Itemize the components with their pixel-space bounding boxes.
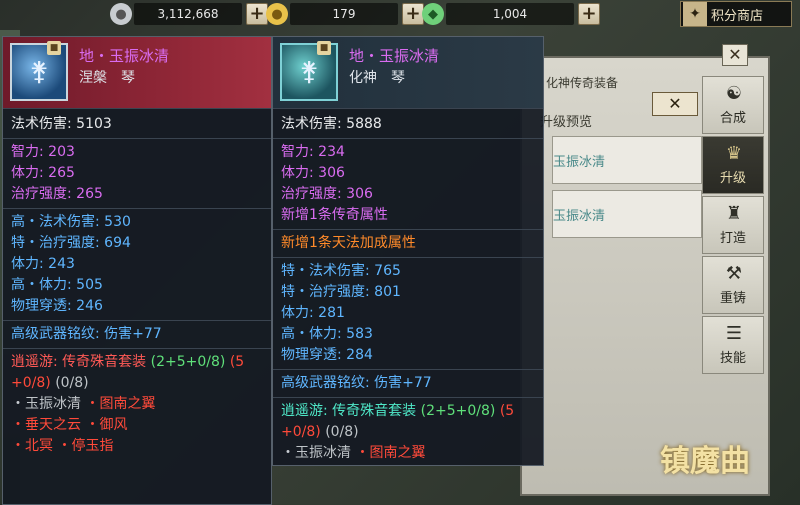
add-jade-button[interactable]: +: [578, 3, 600, 25]
extra-stat: 物理穿透: 246: [11, 298, 103, 314]
attr-stat: 体力: 306: [281, 165, 345, 181]
anvil-icon: ⚒: [725, 263, 743, 284]
set-item: 玉振冰清: [25, 396, 81, 412]
lock-icon: ■: [47, 41, 61, 55]
upgrade-emblem-icon: ♛: [725, 143, 743, 164]
set-count-total: (0/8): [55, 375, 89, 391]
add-gold-button[interactable]: +: [402, 3, 424, 25]
set-count-extra: (5: [499, 403, 515, 419]
rune-stat: 高级武器铭纹: 伤害+77: [11, 326, 162, 342]
instrument-icon: ⚵: [299, 57, 319, 87]
item-subtitle: 化神 琴: [349, 70, 405, 86]
tab-label: 技能: [719, 351, 746, 366]
extra-stat: 高・体力: 505: [11, 277, 103, 293]
swirl-icon: ☯: [725, 83, 743, 104]
set-item: 图南之翼: [99, 396, 156, 412]
jade-ingot-icon: ◆: [422, 3, 444, 25]
set-name: 逍遥游: 传奇殊音套装: [11, 354, 147, 370]
preview-slot[interactable]: 玉振冰清: [552, 136, 702, 184]
silver-currency: ● 3,112,668 +: [110, 2, 268, 26]
add-silver-button[interactable]: +: [246, 3, 268, 25]
robe-icon: ♜: [725, 203, 743, 224]
extra-stat: 体力: 281: [281, 305, 345, 321]
set-item: 御风: [99, 417, 128, 433]
extra-stat: 体力: 243: [11, 256, 75, 272]
extra-stat: 物理穿透: 284: [281, 347, 373, 363]
preview-slot-label: 玉振冰清: [553, 155, 606, 170]
tooltip-header: ⚵ ■ 地・玉振冰清 化神 琴: [273, 37, 543, 109]
panel-header: 化神传奇装备: [546, 76, 619, 90]
set-item: 图南之翼: [369, 445, 426, 461]
set-count-extra: +0/8): [11, 375, 51, 391]
set-name: 逍遥游: 传奇殊音套装: [281, 403, 417, 419]
tab-label: 重铸: [719, 291, 746, 306]
set-item: 玉振冰清: [295, 445, 351, 461]
preview-title: 升级预览: [540, 115, 593, 130]
currency-bar: ● 3,112,668 + ● 179 + ◆ 1,004 + ✦ 积分商店: [100, 0, 800, 28]
tab-label: 升级: [719, 171, 746, 186]
item-name: 地・玉振冰清: [349, 47, 440, 65]
tab-recast[interactable]: ⚒ 重铸: [702, 256, 764, 314]
set-item: 停玉指: [71, 438, 114, 454]
extra-stat: 高・法术伤害: 530: [11, 214, 131, 230]
instrument-icon: ⚵: [29, 57, 49, 87]
tab-forge[interactable]: ♜ 打造: [702, 196, 764, 254]
extra-stat: 特・治疗强度: 801: [281, 284, 401, 300]
gold-value: 179: [290, 3, 398, 25]
attr-stat: 治疗强度: 265: [11, 186, 103, 202]
tab-combine[interactable]: ☯ 合成: [702, 76, 764, 134]
extra-stat: 特・法术伤害: 765: [281, 263, 401, 279]
gold-currency: ● 179 +: [266, 2, 424, 26]
jade-currency: ◆ 1,004 +: [422, 2, 600, 26]
preview-slot[interactable]: 玉振冰清: [552, 190, 702, 238]
item-tooltip-current: ⚵ ■ 地・玉振冰清 涅槃 琴 法术伤害: 5103 智力: 203 体力: 2…: [2, 36, 272, 505]
shop-icon: ✦: [683, 2, 707, 26]
base-stat: 法术伤害: 5103: [11, 116, 112, 132]
tab-skill[interactable]: ☰ 技能: [702, 316, 764, 374]
shop-label: 积分商店: [711, 8, 764, 24]
base-stat: 法术伤害: 5888: [281, 116, 382, 132]
gold-coin-icon: ●: [266, 3, 288, 25]
set-count: (2+5+0/8): [420, 403, 496, 419]
attr-stat: 体力: 265: [11, 165, 75, 181]
extra-stat: 高・体力: 583: [281, 326, 373, 342]
item-subtitle: 涅槃 琴: [79, 70, 135, 86]
lock-icon: ■: [317, 41, 331, 55]
set-count-extra: (5: [229, 354, 245, 370]
set-item: 垂天之云: [25, 417, 81, 433]
new-sky-attr: 新增1条天法加成属性: [281, 235, 416, 251]
scroll-icon: ☰: [725, 323, 743, 344]
game-logo: 镇魔曲: [660, 444, 750, 479]
attr-stat: 智力: 234: [281, 144, 345, 160]
item-name: 地・玉振冰清: [79, 47, 170, 65]
silver-coin-icon: ●: [110, 3, 132, 25]
set-count-extra: +0/8): [281, 424, 321, 440]
silver-value: 3,112,668: [134, 3, 242, 25]
item-tooltip-upgraded: ⚵ ■ 地・玉振冰清 化神 琴 法术伤害: 5888 智力: 234 体力: 3…: [272, 36, 544, 466]
rune-stat: 高级武器铭纹: 伤害+77: [281, 375, 432, 391]
side-tabs: ☯ 合成 ♛ 升级 ♜ 打造 ⚒ 重铸 ☰ 技能: [702, 76, 764, 376]
preview-close-button[interactable]: ✕: [652, 92, 698, 116]
attr-stat: 治疗强度: 306: [281, 186, 373, 202]
preview-slot-label: 玉振冰清: [553, 209, 606, 224]
points-shop-button[interactable]: ✦ 积分商店: [680, 1, 792, 27]
tab-label: 打造: [719, 231, 746, 246]
extra-stat: 特・治疗强度: 694: [11, 235, 131, 251]
tooltip-header: ⚵ ■ 地・玉振冰清 涅槃 琴: [3, 37, 271, 109]
jade-value: 1,004: [446, 3, 574, 25]
set-count: (2+5+0/8): [150, 354, 226, 370]
tab-upgrade[interactable]: ♛ 升级: [702, 136, 764, 194]
new-legend-attr: 新增1条传奇属性: [281, 207, 388, 223]
tab-label: 合成: [719, 111, 746, 126]
attr-stat: 智力: 203: [11, 144, 75, 160]
panel-close-button[interactable]: ✕: [722, 44, 748, 66]
set-count-total: (0/8): [325, 424, 359, 440]
set-item: 北冥: [25, 438, 53, 454]
